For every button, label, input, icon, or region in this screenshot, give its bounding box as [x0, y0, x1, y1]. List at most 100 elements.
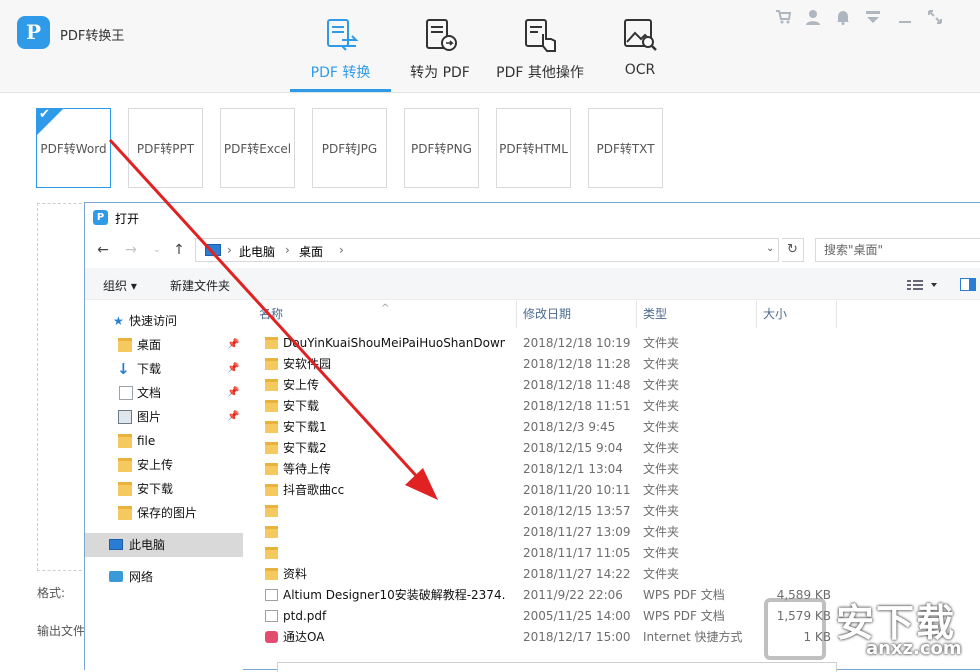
sidebar-item-label: 此电脑 — [129, 538, 166, 552]
file-name: 通达OA — [283, 630, 325, 644]
table-row[interactable]: DouYinKuaiShouMeiPaiHuoShanDown 2018/12/1… — [253, 333, 980, 354]
column-date[interactable]: 修改日期 — [517, 301, 637, 328]
file-date: 2018/11/20 10:11 — [523, 483, 631, 497]
sidebar-item-saved-pictures[interactable]: 保存的图片 — [85, 501, 243, 525]
convert-icon — [326, 19, 358, 51]
dialog-title: 打开 — [115, 212, 140, 226]
format-label: PDF转Word — [40, 142, 107, 156]
restore-icon[interactable] — [927, 9, 943, 25]
breadcrumb-this-pc[interactable]: 此电脑 — [239, 243, 275, 260]
column-name[interactable]: ^ 名称 — [253, 301, 517, 328]
view-options-icon[interactable] — [907, 279, 937, 291]
sidebar-item-file[interactable]: file — [85, 429, 243, 453]
format-pdf-to-word[interactable]: ✔ PDF转Word — [36, 107, 111, 188]
format-pdf-to-html[interactable]: PDF转HTML — [496, 108, 571, 188]
sort-up-icon: ^ — [381, 303, 390, 314]
sidebar-item-quick-access[interactable]: ★ 快速访问 — [85, 309, 243, 333]
sidebar-item-label: 快速访问 — [129, 314, 178, 328]
tab-pdf-convert[interactable]: PDF 转换 — [290, 0, 391, 92]
cart-icon[interactable] — [775, 9, 792, 25]
tab-to-pdf-label: 转为 PDF — [410, 65, 470, 81]
path-box[interactable]: › 此电脑 › 桌面 › ⌄ — [195, 238, 779, 262]
table-row[interactable]: 安下载1 2018/12/3 9:45 文件夹 — [253, 417, 980, 438]
dropdown-icon[interactable] — [865, 9, 881, 25]
format-pdf-to-excel[interactable]: PDF转Excel — [220, 108, 295, 188]
watermark-url: anxz.com — [866, 638, 962, 659]
format-pdf-to-jpg[interactable]: PDF转JPG — [312, 108, 387, 188]
folder-icon — [118, 482, 132, 496]
bell-icon[interactable] — [835, 9, 851, 25]
sidebar-item-label: file — [137, 434, 156, 448]
table-row[interactable]: 2018/11/17 11:05 文件夹 — [253, 543, 980, 564]
sidebar-item-label: 安下载 — [137, 482, 174, 496]
file-name: Altium Designer10安装破解教程-2374... — [283, 588, 505, 602]
table-row[interactable]: 等待上传 2018/12/1 13:04 文件夹 — [253, 459, 980, 480]
user-icon[interactable] — [805, 9, 821, 25]
sidebar-item-this-pc[interactable]: 此电脑 — [85, 533, 243, 557]
pin-icon: 📌 — [227, 339, 240, 350]
file-type: 文件夹 — [643, 546, 680, 560]
folder-icon — [118, 506, 132, 520]
active-tab-indicator — [290, 89, 391, 92]
star-icon: ★ — [113, 314, 124, 328]
preview-pane-icon[interactable] — [960, 278, 976, 291]
sidebar-item-documents[interactable]: 文档 📌 — [85, 381, 243, 405]
tab-pdf-convert-label: PDF 转换 — [310, 65, 371, 81]
file-type: 文件夹 — [643, 567, 680, 581]
folder-icon — [265, 400, 278, 412]
new-folder-button[interactable]: 新建文件夹 — [170, 277, 230, 294]
back-arrow-icon[interactable]: ← — [94, 241, 112, 259]
table-row[interactable]: 安下载 2018/12/18 11:51 文件夹 — [253, 396, 980, 417]
folder-icon — [118, 458, 132, 472]
organize-button[interactable]: 组织 ▾ — [103, 277, 137, 294]
sidebar-item-an-download[interactable]: 安下载 — [85, 477, 243, 501]
file-type: WPS PDF 文档 — [643, 609, 725, 623]
pin-icon: 📌 — [227, 411, 240, 422]
folder-icon — [118, 338, 132, 352]
format-label: PDF转TXT — [596, 142, 655, 156]
top-bar: P PDF转换王 PDF 转换 转为 PDF PDF 其他操作 OCR — [0, 0, 980, 93]
table-row[interactable]: 2018/12/15 13:57 文件夹 — [253, 501, 980, 522]
column-size[interactable]: 大小 — [757, 301, 837, 328]
file-type: 文件夹 — [643, 378, 680, 392]
recent-chevron-icon[interactable]: ⌄ — [148, 241, 166, 259]
column-name-label: 名称 — [259, 307, 284, 321]
breadcrumb-separator: › — [285, 243, 290, 257]
table-row[interactable]: 安下载2 2018/12/15 9:04 文件夹 — [253, 438, 980, 459]
minimize-icon[interactable] — [897, 9, 913, 25]
search-input[interactable]: 搜索"桌面" — [815, 238, 980, 262]
path-dropdown-icon[interactable]: ⌄ — [766, 243, 774, 254]
sidebar-item-downloads[interactable]: ↓ 下载 📌 — [85, 357, 243, 381]
tab-pdf-other[interactable]: PDF 其他操作 — [494, 0, 586, 92]
up-arrow-icon[interactable]: ↑ — [170, 241, 188, 259]
sidebar-item-network[interactable]: 网络 — [85, 565, 243, 589]
tab-ocr[interactable]: OCR — [612, 0, 668, 92]
table-row[interactable]: 抖音歌曲cc 2018/11/20 10:11 文件夹 — [253, 480, 980, 501]
column-type[interactable]: 类型 — [637, 301, 757, 328]
table-row[interactable]: 资料 2018/11/27 14:22 文件夹 — [253, 564, 980, 585]
file-date: 2018/12/18 11:48 — [523, 378, 631, 392]
sidebar-item-pictures[interactable]: 图片 📌 — [85, 405, 243, 429]
table-row[interactable]: 安上传 2018/12/18 11:48 文件夹 — [253, 375, 980, 396]
table-row[interactable]: 安软件园 2018/12/18 11:28 文件夹 — [253, 354, 980, 375]
watermark: 安下载 anxz.com — [764, 590, 980, 670]
app-logo: P — [17, 16, 50, 49]
file-name: 安上传 — [283, 378, 320, 392]
format-pdf-to-txt[interactable]: PDF转TXT — [588, 108, 663, 188]
sidebar-item-desktop[interactable]: 桌面 📌 — [85, 333, 243, 357]
sidebar-item-label: 网络 — [129, 570, 154, 584]
format-pdf-to-png[interactable]: PDF转PNG — [404, 108, 479, 188]
breadcrumb-desktop[interactable]: 桌面 — [299, 243, 323, 260]
tab-ocr-label: OCR — [624, 62, 656, 78]
refresh-icon[interactable]: ↻ — [782, 238, 804, 262]
forward-arrow-icon[interactable]: → — [122, 241, 140, 259]
pdf-file-icon — [265, 589, 278, 601]
shortcut-icon — [265, 631, 278, 643]
format-pdf-to-ppt[interactable]: PDF转PPT — [128, 108, 203, 188]
check-icon: ✔ — [39, 107, 50, 122]
tab-to-pdf[interactable]: 转为 PDF — [404, 0, 476, 92]
file-drop-zone[interactable] — [37, 203, 87, 571]
filename-input[interactable] — [277, 662, 837, 672]
sidebar-item-an-upload[interactable]: 安上传 — [85, 453, 243, 477]
table-row[interactable]: 2018/11/27 13:09 文件夹 — [253, 522, 980, 543]
